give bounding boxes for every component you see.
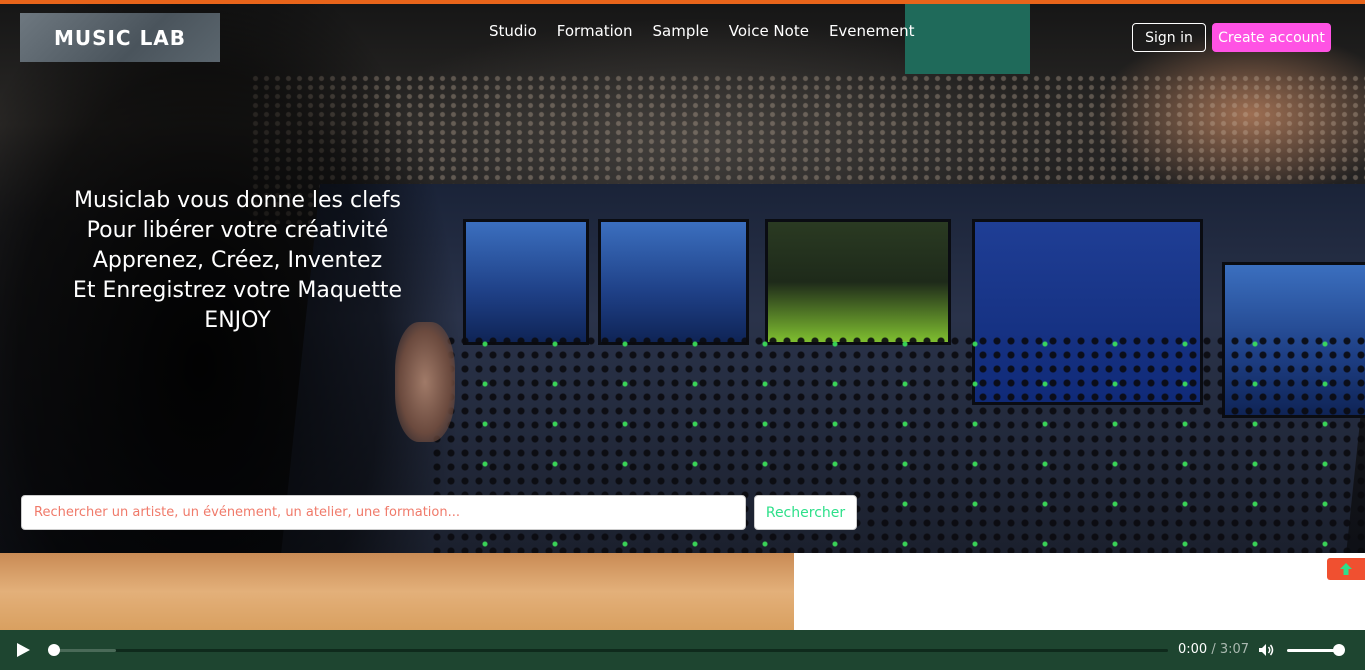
content-area (794, 553, 1365, 630)
audio-current-time: 0:00 (1178, 642, 1208, 657)
hero-line: Apprenez, Créez, Inventez (92, 248, 383, 273)
arrow-up-icon (1340, 563, 1352, 575)
hero-line: Pour libérer votre créativité (86, 218, 389, 243)
nav-item-evenement[interactable]: Evenement (829, 22, 915, 40)
hero-hand (395, 322, 455, 442)
hero-line: ENJOY (204, 308, 271, 333)
logo-text: MUSIC LAB (53, 25, 187, 50)
play-icon[interactable] (17, 643, 30, 657)
audio-time-separator: / (1207, 642, 1220, 657)
volume-icon[interactable] (1258, 643, 1276, 657)
search-button[interactable]: Rechercher (754, 495, 857, 530)
console-screen (765, 219, 951, 345)
search-input[interactable] (21, 495, 746, 530)
audio-time: 0:00 / 3:07 (1178, 642, 1249, 657)
scroll-to-top-button[interactable] (1327, 558, 1365, 580)
featured-image (0, 553, 794, 630)
volume-slider[interactable] (1287, 649, 1339, 652)
nav-item-formation[interactable]: Formation (557, 22, 633, 40)
create-account-button[interactable]: Create account (1212, 23, 1331, 52)
nav-item-sample[interactable]: Sample (653, 22, 709, 40)
audio-duration: 3:07 (1219, 642, 1250, 657)
console-screen (463, 219, 589, 345)
hero-tagline: Musiclab vous donne les clefs Pour libér… (40, 186, 435, 336)
hero-line: Musiclab vous donne les clefs (74, 188, 401, 213)
console-screen (598, 219, 749, 345)
audio-player: 0:00 / 3:07 (0, 630, 1365, 670)
sign-in-button[interactable]: Sign in (1132, 23, 1206, 52)
audio-seek-thumb[interactable] (48, 644, 60, 656)
audio-seek-bar[interactable] (50, 649, 1168, 652)
nav-item-studio[interactable]: Studio (489, 22, 537, 40)
volume-thumb[interactable] (1333, 644, 1345, 656)
hero-line: Et Enregistrez votre Maquette (72, 278, 403, 303)
main-nav: Studio Formation Sample Voice Note Evene… (489, 22, 935, 40)
hero-banner: Musiclab vous donne les clefs Pour libér… (0, 4, 1365, 553)
site-logo[interactable]: MUSIC LAB (20, 13, 220, 62)
nav-item-voice-note[interactable]: Voice Note (729, 22, 809, 40)
